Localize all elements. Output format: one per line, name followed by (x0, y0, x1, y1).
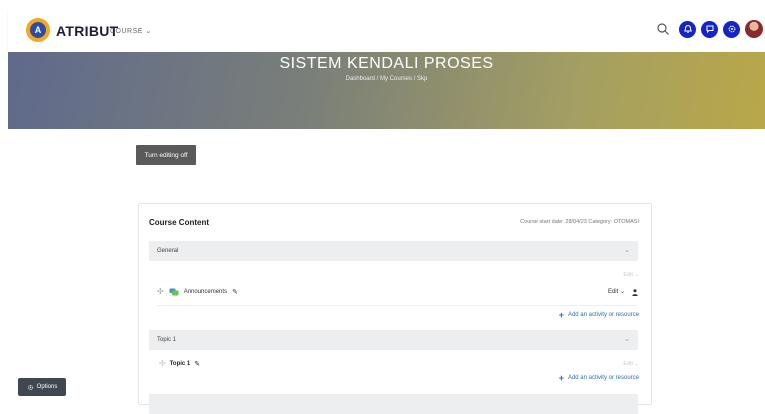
chevron-down-icon[interactable]: ⌄ (624, 246, 630, 254)
breadcrumb-my-courses[interactable]: My Courses (380, 76, 412, 82)
course-header-banner: SISTEM KENDALI PROSES Dashboard / My Cou… (8, 52, 765, 129)
pencil-icon[interactable]: ✎ (194, 360, 200, 368)
navbar-icons (656, 20, 763, 38)
activity-row-announcements: ✣ Announcements ✎ (157, 287, 238, 296)
gear-icon (728, 25, 735, 33)
search-icon[interactable] (656, 22, 670, 36)
add-activity-link-general[interactable]: + Add an activity or resource (559, 310, 639, 320)
plus-icon: + (558, 310, 564, 320)
section-header-general[interactable]: General ⌄ (149, 241, 638, 261)
logo-letter: A (30, 22, 46, 38)
settings-button[interactable] (723, 20, 740, 38)
add-activity-label: Add an activity or resource (567, 312, 639, 318)
chevron-down-icon[interactable]: ⌄ (624, 335, 630, 343)
section-header-next[interactable] (149, 394, 638, 414)
section-label: Topic 1 (157, 337, 177, 343)
atribut-logo[interactable]: A (26, 18, 50, 42)
page-title: SISTEM KENDALI PROSES (279, 55, 494, 72)
course-content-card: Course Content Course start date: 28/04/… (138, 203, 652, 414)
plus-icon: + (558, 373, 564, 383)
forum-icon (169, 288, 179, 295)
add-activity-label: Add an activity or resource (567, 375, 639, 381)
course-menu[interactable]: COURSE ⌄ (110, 27, 152, 35)
section-header-topic-1[interactable]: Topic 1 ⌄ (149, 330, 638, 350)
notifications-button[interactable] (679, 20, 696, 38)
gear-icon (27, 384, 33, 390)
breadcrumb-current[interactable]: Skp (417, 76, 427, 82)
topic-title-row: ✣ Topic 1 ✎ (159, 359, 200, 368)
breadcrumb: Dashboard / My Courses / Skp (8, 76, 765, 82)
turn-editing-off-button[interactable]: Turn editing off (136, 145, 196, 165)
options-label: Options (36, 384, 58, 390)
course-content-title: Course Content (149, 218, 209, 227)
activity-edit-menu[interactable]: Edit ⌄ (608, 288, 625, 295)
pencil-icon[interactable]: ✎ (232, 288, 238, 296)
user-icon[interactable] (632, 289, 638, 296)
user-avatar[interactable] (745, 20, 763, 38)
messages-button[interactable] (701, 20, 718, 38)
section-label: General (157, 248, 179, 254)
top-navbar: A ATRIBUT COURSE ⌄ (8, 10, 765, 53)
add-activity-link-topic-1[interactable]: + Add an activity or resource (559, 373, 639, 383)
bell-icon (683, 24, 692, 33)
activity-name[interactable]: Announcements (184, 289, 227, 295)
section-edit-menu[interactable]: Edit ⌄ (623, 272, 639, 278)
options-button[interactable]: Options (18, 378, 66, 396)
divider (157, 305, 637, 306)
move-icon[interactable]: ✣ (159, 359, 166, 368)
topic-title[interactable]: Topic 1 (170, 361, 191, 367)
chat-icon (706, 25, 713, 34)
course-meta: Course start date: 28/04/23 Category: OT… (520, 219, 639, 225)
breadcrumb-dashboard[interactable]: Dashboard (346, 76, 375, 82)
move-icon[interactable]: ✣ (157, 287, 164, 296)
section-edit-menu[interactable]: Edit ⌄ (623, 361, 639, 367)
